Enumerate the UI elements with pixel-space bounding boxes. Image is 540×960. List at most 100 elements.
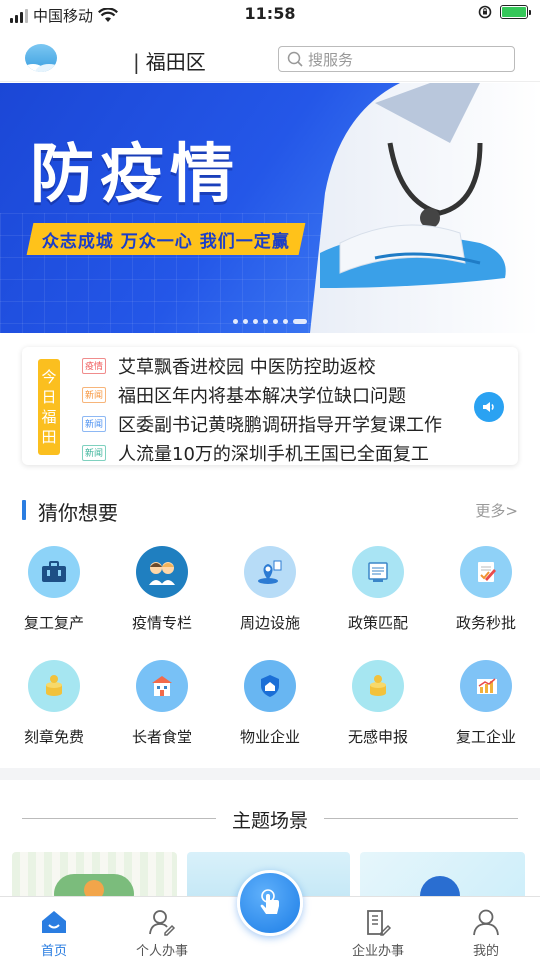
pagination-dot[interactable] [243,319,248,324]
app-logo-icon[interactable] [25,44,57,72]
service-label: 政务秒批 [455,614,516,632]
service-label: 疫情专栏 [131,614,192,632]
location-icon [244,546,296,598]
battery-icon [500,5,531,19]
news-title: 区委副书记黄晓鹏调研指导开学复课工作 [118,414,442,436]
tab-mine[interactable]: 我的 [441,907,531,959]
guess-section-header: 猜你想要 更多> [22,497,518,525]
news-item[interactable]: 疫情 艾草飘香进校园 中医防控助返校 [82,351,482,380]
promo-banner[interactable]: 防疫情 众志成城 万众一心 我们一定赢 [0,83,540,333]
tab-label: 个人办事 [135,944,188,959]
banner-slogan-strip: 众志成城 万众一心 我们一定赢 [26,223,306,255]
section-marker [22,500,26,520]
search-icon [287,51,303,67]
building-icon [136,660,188,712]
news-item[interactable]: 新闻 区委副书记黄晓鹏调研指导开学复课工作 [82,409,482,438]
briefcase-icon [28,546,80,598]
news-tag: 新闻 [82,415,106,432]
news-title: 艾草飘香进校园 中医防控助返校 [118,356,376,378]
tab-personal[interactable]: 个人办事 [117,907,207,959]
speaker-icon[interactable] [474,392,504,422]
building-edit-icon [333,907,423,937]
coin-stack-icon [28,660,80,712]
pagination-dot-active[interactable] [293,319,307,324]
search-placeholder: 搜服务 [308,50,354,69]
service-label: 周边设施 [239,614,300,632]
doctor-illustration-icon [310,83,540,333]
theme-card[interactable] [360,852,525,898]
tab-label: 我的 [472,944,499,959]
theme-card[interactable] [12,852,177,898]
document-icon [352,546,404,598]
tab-enterprise[interactable]: 企业办事 [333,907,423,959]
service-label: 物业企业 [239,728,300,746]
today-char: 日 [41,388,57,406]
service-label: 刻章免费 [23,728,84,746]
search-box[interactable]: 搜服务 [278,46,515,72]
banner-title: 防疫情 [30,138,240,212]
orientation-lock-icon [478,5,492,19]
pagination-dot[interactable] [233,319,238,324]
news-item[interactable]: 新闻 人流量10万的深圳手机王国已全面复工 [82,438,482,467]
app-header: | 福田区 搜服务 [0,36,540,82]
divider-line [324,818,518,819]
person-edit-icon [117,907,207,937]
center-action-button[interactable] [237,870,303,936]
news-tag: 新闻 [82,444,106,461]
today-char: 今 [41,368,57,386]
today-char: 福 [41,408,57,426]
service-zhengwu-miaopi[interactable]: 政务秒批 [432,546,540,633]
tab-label: 首页 [40,944,67,959]
divider-line [22,818,216,819]
news-tag: 新闻 [82,386,106,403]
tab-label: 企业办事 [351,944,404,959]
service-zhangzhe-shitang[interactable]: 长者食堂 [108,660,216,747]
news-item[interactable]: 新闻 福田区年内将基本解决学位缺口问题 [82,380,482,409]
theme-section-header: 主题场景 [22,806,518,832]
service-wugan-shenbao[interactable]: 无感申报 [324,660,432,747]
service-label: 政策匹配 [347,614,408,632]
city-selector[interactable]: | 福田区 [133,46,206,75]
service-label: 复工企业 [455,728,516,746]
service-wuye-qiye[interactable]: 物业企业 [216,660,324,747]
news-list: 疫情 艾草飘香进校园 中医防控助返校 新闻 福田区年内将基本解决学位缺口问题 新… [82,351,482,467]
pagination-dot[interactable] [283,319,288,324]
news-tag: 疫情 [82,357,106,374]
more-link[interactable]: 更多> [475,500,518,521]
service-label: 长者食堂 [131,728,192,746]
service-yiqing-zhuanlan[interactable]: 疫情专栏 [108,546,216,633]
pagination-dot[interactable] [263,319,268,324]
service-fugong-fuchan[interactable]: 复工复产 [0,546,108,633]
coin-stack-icon [352,660,404,712]
section-title: 猜你想要 [38,501,118,525]
news-title: 人流量10万的深圳手机王国已全面复工 [118,443,429,465]
banner-slogan: 众志成城 万众一心 我们一定赢 [42,231,290,252]
tab-home[interactable]: 首页 [9,907,99,959]
city-name: 福田区 [145,50,206,74]
today-futian-badge: 今 日 福 田 [38,359,60,455]
news-title: 福田区年内将基本解决学位缺口问题 [118,385,406,407]
banner-pagination [0,319,540,324]
bar-chart-icon [460,660,512,712]
service-label: 复工复产 [23,614,84,632]
pagination-dot[interactable] [273,319,278,324]
service-kezhang-mianfei[interactable]: 刻章免费 [0,660,108,747]
status-time: 11:58 [244,4,296,23]
home-icon [9,907,99,937]
service-zhoubian-sheshi[interactable]: 周边设施 [216,546,324,633]
service-label: 无感申报 [347,728,408,746]
approval-icon [460,546,512,598]
service-fugong-qiye[interactable]: 复工企业 [432,660,540,747]
today-char: 田 [41,428,57,446]
section-divider [0,768,540,780]
status-bar: 中国移动 11:58 [0,0,540,30]
section-title: 主题场景 [231,810,308,832]
service-zhengce-pipei[interactable]: 政策匹配 [324,546,432,633]
pagination-dot[interactable] [253,319,258,324]
people-icon [136,546,188,598]
hand-tap-icon [260,889,279,914]
home-shield-icon [244,660,296,712]
status-right [478,5,531,19]
news-card: 今 日 福 田 疫情 艾草飘香进校园 中医防控助返校 新闻 福田区年内将基本解决… [22,347,518,465]
user-icon [441,907,531,937]
